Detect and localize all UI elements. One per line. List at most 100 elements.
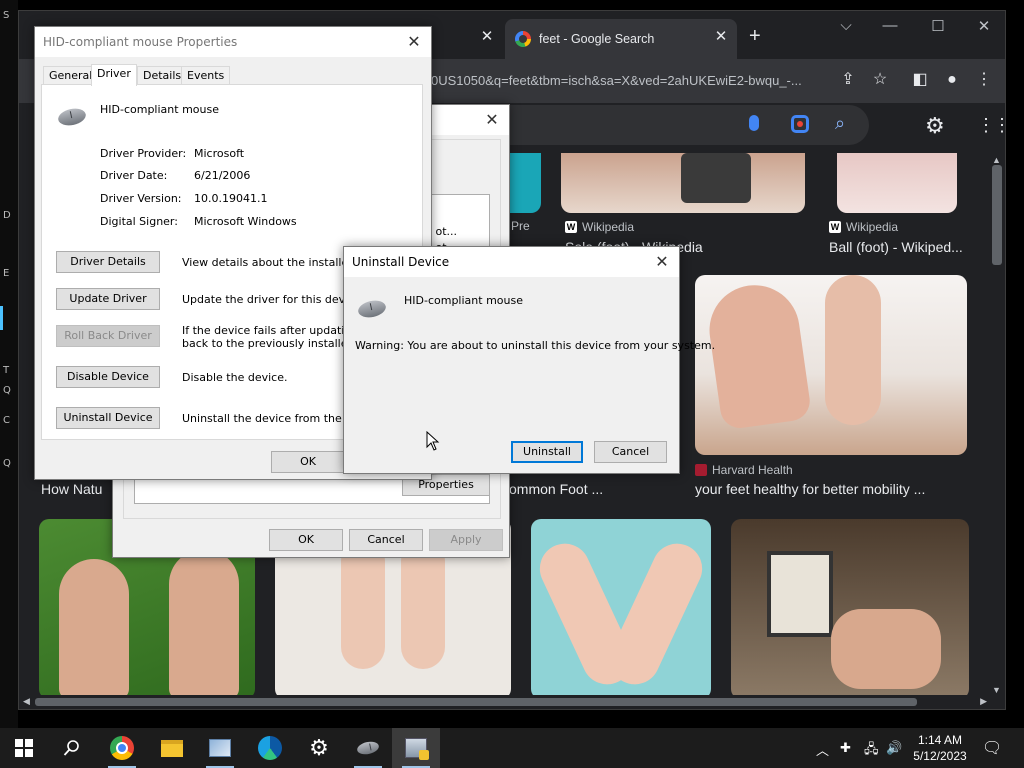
- clock-time: 1:14 AM: [917, 733, 963, 747]
- share-icon[interactable]: ⇪: [837, 69, 859, 91]
- taskbar-device-manager[interactable]: [392, 728, 440, 768]
- field-label: Driver Date:: [100, 169, 168, 182]
- field-value: 10.0.19041.1: [194, 192, 268, 205]
- menu-kebab-icon[interactable]: ⋮: [973, 69, 995, 91]
- bookmark-star-icon[interactable]: ☆: [869, 69, 891, 91]
- dialog-titlebar: Uninstall Device ✕: [344, 247, 679, 277]
- result-image-sole[interactable]: [561, 153, 805, 213]
- tab-search-icon[interactable]: ⌵: [831, 17, 861, 34]
- mouse-cursor-icon: [426, 431, 440, 451]
- taskbar-chrome[interactable]: [98, 728, 146, 768]
- tab-details[interactable]: Details: [137, 66, 188, 85]
- taskbar-settings[interactable]: ⚙: [295, 728, 343, 768]
- search-icon[interactable]: ⌕: [835, 113, 845, 134]
- system-clock[interactable]: 1:14 AM 5/12/2023: [908, 732, 972, 764]
- taskbar-control-panel[interactable]: [196, 728, 244, 768]
- close-window-icon[interactable]: ✕: [969, 17, 999, 35]
- action-description: Disable the device.: [182, 371, 288, 384]
- desktop-edge-mark: Q: [3, 385, 11, 396]
- ok-button[interactable]: OK: [271, 451, 345, 473]
- scroll-right-arrow-icon[interactable]: ▶: [980, 696, 987, 707]
- apply-button[interactable]: Apply: [429, 529, 503, 551]
- search-button[interactable]: [48, 728, 96, 768]
- cancel-button[interactable]: Cancel: [349, 529, 423, 551]
- browser-tab-background[interactable]: ✕: [439, 19, 503, 59]
- result-title[interactable]: your feet healthy for better mobility ..…: [695, 481, 925, 497]
- active-indicator: [0, 306, 3, 330]
- close-tab-icon[interactable]: ✕: [713, 29, 729, 45]
- start-button[interactable]: [0, 728, 48, 768]
- close-icon[interactable]: ✕: [651, 251, 673, 273]
- settings-gear-icon[interactable]: ⚙: [925, 113, 945, 139]
- google-lens-icon[interactable]: [791, 115, 809, 133]
- result-image-ball[interactable]: [837, 153, 957, 213]
- address-bar[interactable]: 0US1050&q=feet&tbm=isch&sa=X&ved=2ahUKEw…: [431, 73, 831, 88]
- control-panel-icon: [209, 739, 231, 757]
- taskbar-mouse-properties[interactable]: [344, 728, 392, 768]
- roll-back-driver-button[interactable]: Roll Back Driver: [56, 325, 160, 347]
- maximize-icon[interactable]: ☐: [923, 17, 953, 35]
- field-label: Driver Provider:: [100, 147, 187, 160]
- desktop-edge-mark: T: [3, 365, 10, 376]
- uninstall-button[interactable]: Uninstall: [511, 441, 583, 463]
- minimize-icon[interactable]: —: [875, 17, 905, 34]
- show-hidden-icons-icon[interactable]: ︿: [816, 740, 829, 759]
- horizontal-scrollbar[interactable]: ◀ ▶: [19, 695, 1005, 709]
- search-icon: [63, 740, 79, 756]
- tab-driver[interactable]: Driver: [91, 64, 137, 86]
- ok-button[interactable]: OK: [269, 529, 343, 551]
- close-icon[interactable]: ✕: [403, 31, 425, 53]
- windows-logo-icon: [15, 739, 33, 757]
- network-icon[interactable]: 🖧: [864, 740, 879, 762]
- settings-gear-icon: ⚙: [309, 735, 329, 761]
- mouse-device-icon: [355, 739, 381, 757]
- field-value: Microsoft Windows: [194, 215, 297, 228]
- update-driver-button[interactable]: Update Driver: [56, 288, 160, 310]
- microphone-icon[interactable]: [749, 115, 759, 131]
- new-tab-icon[interactable]: +: [749, 25, 761, 48]
- disable-device-button[interactable]: Disable Device: [56, 366, 160, 388]
- wikipedia-icon: W: [565, 221, 577, 233]
- tab-events[interactable]: Events: [181, 66, 231, 85]
- side-panel-icon[interactable]: ◧: [909, 69, 931, 91]
- wikipedia-icon: W: [829, 221, 841, 233]
- result-source-text: Wikipedia: [846, 220, 899, 234]
- taskbar-file-explorer[interactable]: [148, 728, 196, 768]
- scroll-left-arrow-icon[interactable]: ◀: [23, 696, 30, 707]
- profile-icon[interactable]: ●: [941, 69, 963, 91]
- volume-icon[interactable]: 🔊: [886, 740, 902, 756]
- result-title-partial[interactable]: How Natu: [41, 481, 102, 497]
- result-source-text: Harvard Health: [712, 463, 793, 477]
- close-icon[interactable]: ✕: [481, 109, 503, 131]
- result-title[interactable]: Ball (foot) - Wikiped...: [829, 239, 963, 255]
- clock-date: 5/12/2023: [913, 749, 967, 763]
- taskbar: ⚙ ︿ ✚ 🖧 🔊 1:14 AM 5/12/2023 🗨: [0, 728, 1024, 768]
- google-apps-icon[interactable]: ⋮⋮: [977, 115, 1011, 136]
- cancel-button[interactable]: Cancel: [594, 441, 667, 463]
- device-manager-icon: [405, 738, 429, 760]
- result-image-crossed-feet[interactable]: [531, 519, 711, 697]
- result-image-record[interactable]: [731, 519, 969, 697]
- scroll-down-arrow-icon[interactable]: ▼: [992, 685, 1001, 695]
- harvard-shield-icon: [695, 464, 707, 476]
- result-source: Harvard Health: [695, 463, 793, 477]
- uninstall-device-button[interactable]: Uninstall Device: [56, 407, 160, 429]
- scrollbar-thumb[interactable]: [35, 698, 917, 706]
- taskbar-edge[interactable]: [246, 728, 294, 768]
- field-label: Driver Version:: [100, 192, 182, 205]
- result-image-harvard[interactable]: [695, 275, 967, 455]
- windows-update-icon[interactable]: ✚: [840, 740, 851, 756]
- desktop-edge: S D E T Q C Q: [0, 0, 18, 728]
- close-tab-icon[interactable]: ✕: [479, 29, 495, 45]
- field-value: Microsoft: [194, 147, 245, 160]
- notifications-icon[interactable]: 🗨: [982, 738, 1002, 758]
- scrollbar-thumb[interactable]: [992, 165, 1002, 265]
- driver-details-button[interactable]: Driver Details: [56, 251, 160, 273]
- result-source-text: Wikipedia: [582, 220, 635, 234]
- desktop-edge-mark: Q: [3, 458, 11, 469]
- vertical-scrollbar[interactable]: ▲ ▼: [989, 153, 1005, 697]
- scroll-up-arrow-icon[interactable]: ▲: [992, 155, 1001, 165]
- dialog-titlebar: HID-compliant mouse Properties ✕: [35, 27, 431, 57]
- result-title-partial[interactable]: ommon Foot ...: [509, 481, 603, 497]
- browser-tab-active[interactable]: feet - Google Search ✕: [505, 19, 737, 59]
